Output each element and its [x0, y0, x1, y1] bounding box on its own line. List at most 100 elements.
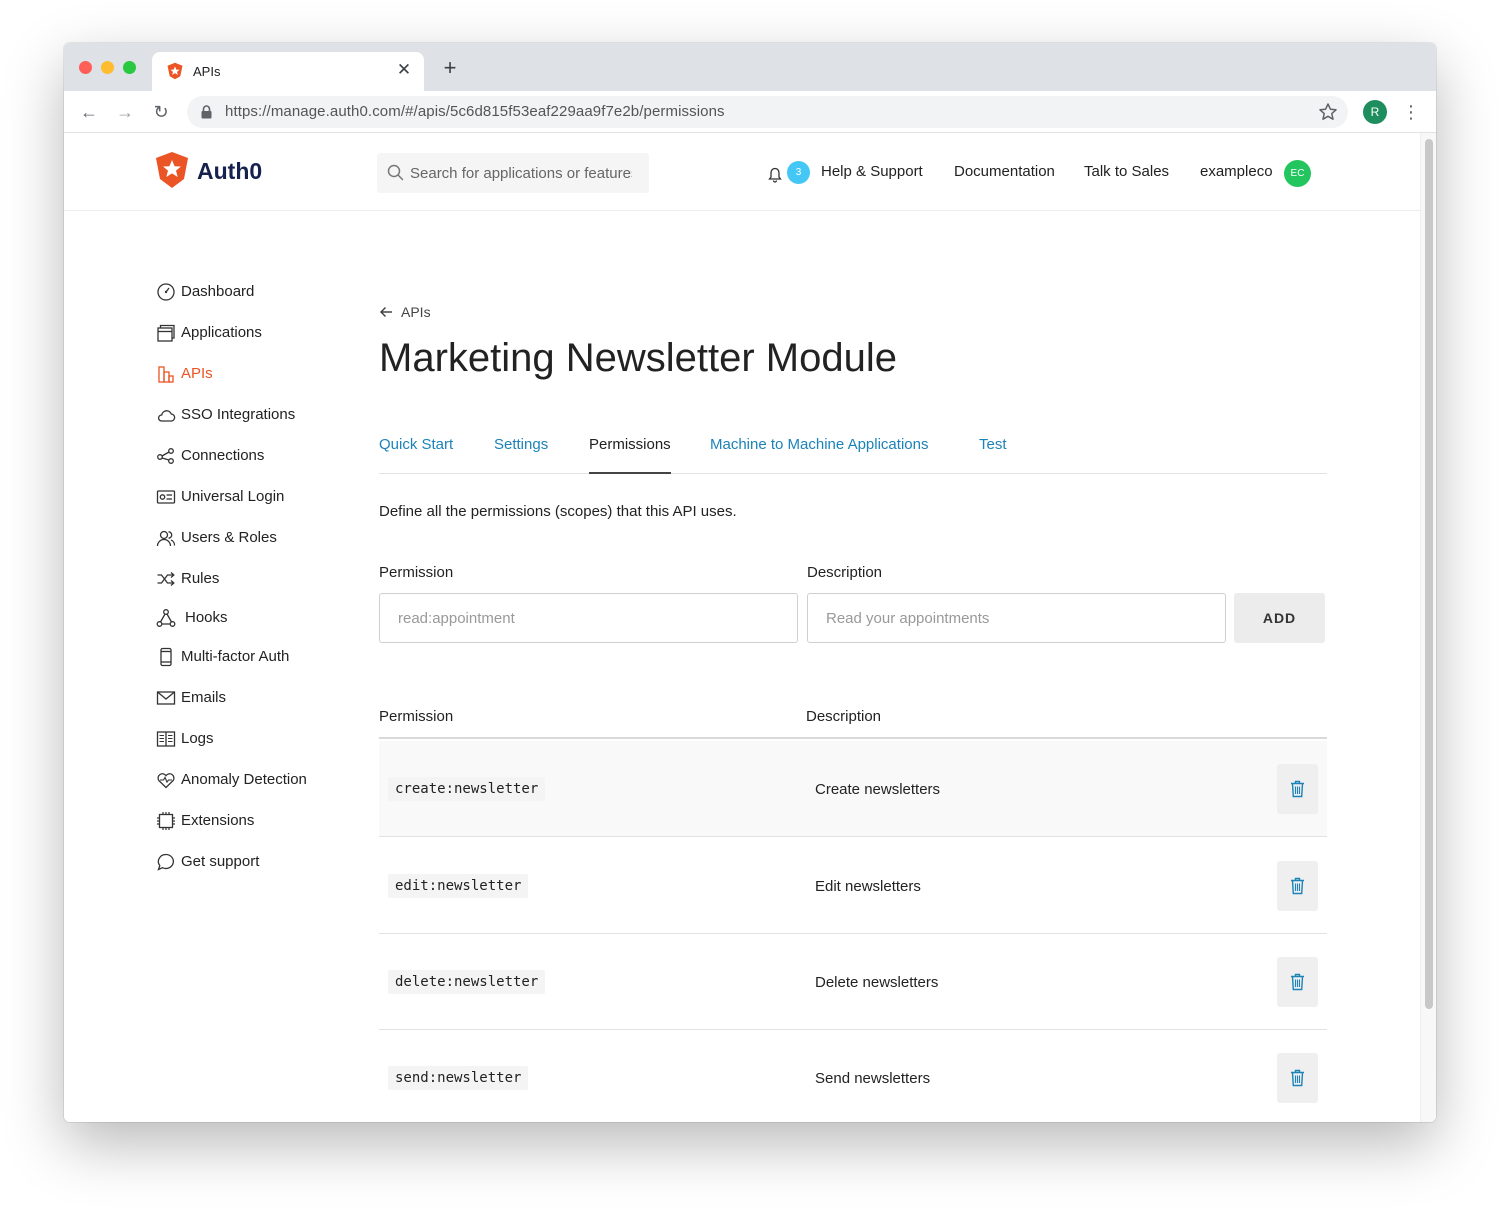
minimize-window-button[interactable]	[101, 61, 114, 74]
url-text: https://manage.auth0.com/#/apis/5c6d815f…	[225, 103, 725, 120]
sidebar-item-apis[interactable]: APIs	[156, 363, 356, 385]
delete-permission-button[interactable]	[1277, 1053, 1318, 1103]
tenant-name[interactable]: exampleco	[1200, 163, 1273, 180]
permission-description: Create newsletters	[815, 781, 941, 798]
sidebar-item-anomaly-detection[interactable]: Anomaly Detection	[156, 769, 356, 791]
sidebar-item-label: Multi-factor Auth	[181, 648, 290, 665]
browser-profile-avatar[interactable]: R	[1363, 100, 1387, 124]
reload-icon[interactable]: ↻	[149, 100, 173, 124]
tab-machine-to-machine-applications[interactable]: Machine to Machine Applications	[710, 436, 928, 474]
add-permission-button[interactable]: ADD	[1234, 593, 1325, 643]
phone-icon	[160, 647, 172, 667]
cloud-icon	[158, 410, 176, 422]
browser-menu-icon[interactable]: ⋮	[1401, 100, 1421, 124]
help-support-link[interactable]: Help & Support	[821, 163, 923, 180]
permissions-intro: Define all the permissions (scopes) that…	[379, 503, 737, 520]
sidebar-item-label: Get support	[181, 853, 260, 870]
sidebar-item-get-support[interactable]: Get support	[156, 851, 356, 873]
sidebar-item-label: Hooks	[185, 609, 228, 626]
sidebar-item-hooks[interactable]: Hooks	[156, 607, 356, 629]
permission-scope: send:newsletter	[388, 1066, 529, 1090]
mail-icon	[156, 691, 176, 705]
sidebar-item-label: Logs	[181, 730, 214, 747]
sidebar-item-label: Dashboard	[181, 283, 255, 300]
sidebar-item-connections[interactable]: Connections	[156, 445, 356, 467]
gauge-icon	[157, 283, 175, 301]
table-row: create:newsletter Create newsletters	[379, 741, 1327, 837]
sidebar-item-label: Connections	[181, 447, 265, 464]
tab-test[interactable]: Test	[979, 436, 1007, 474]
sidebar-item-sso-integrations[interactable]: SSO Integrations	[156, 404, 356, 426]
sidebar-item-dashboard[interactable]: Dashboard	[156, 281, 356, 303]
arrow-left-icon	[379, 306, 392, 318]
permission-field-label: Permission	[379, 564, 454, 581]
tab-quick-start[interactable]: Quick Start	[379, 436, 453, 474]
browser-toolbar: ← → ↻ https://manage.auth0.com/#/apis/5c…	[64, 91, 1436, 133]
delete-permission-button[interactable]	[1277, 861, 1318, 911]
permission-scope: create:newsletter	[388, 777, 546, 801]
close-window-button[interactable]	[79, 61, 92, 74]
sidebar-item-label: Anomaly Detection	[181, 771, 307, 788]
zoom-window-button[interactable]	[123, 61, 136, 74]
auth0-logo-icon[interactable]	[154, 151, 190, 189]
permission-scope: delete:newsletter	[388, 970, 546, 994]
table-row: edit:newsletter Edit newsletters	[379, 838, 1327, 934]
connections-icon	[157, 448, 174, 464]
sidebar-item-logs[interactable]: Logs	[156, 728, 356, 750]
table-row: delete:newsletter Delete newsletters	[379, 934, 1327, 1030]
auth0-favicon-icon	[167, 62, 183, 80]
shuffle-icon	[157, 572, 175, 586]
permission-column-header: Permission	[379, 708, 454, 725]
talk-to-sales-link[interactable]: Talk to Sales	[1084, 163, 1169, 180]
browser-tab[interactable]: APIs ✕	[152, 52, 424, 91]
sidebar-item-universal-login[interactable]: Universal Login	[156, 486, 356, 508]
app-header: Auth0 3 Help & Support Documentation Tal…	[64, 133, 1420, 211]
back-link-label: APIs	[401, 304, 431, 320]
sidebar-item-extensions[interactable]: Extensions	[156, 810, 356, 832]
book-icon	[156, 731, 176, 747]
tab-settings[interactable]: Settings	[494, 436, 548, 474]
api-tabs: Quick Start Settings Permissions Machine…	[379, 433, 1327, 474]
back-icon[interactable]: ←	[77, 100, 101, 124]
delete-permission-button[interactable]	[1277, 957, 1318, 1007]
api-icon	[158, 366, 174, 383]
chat-bubble-icon	[157, 853, 175, 871]
lock-icon	[201, 105, 212, 119]
users-icon	[156, 530, 176, 547]
notification-badge[interactable]: 3	[787, 161, 810, 184]
documentation-link[interactable]: Documentation	[954, 163, 1055, 180]
forward-icon[interactable]: →	[113, 100, 137, 124]
tenant-avatar[interactable]: EC	[1284, 160, 1311, 187]
bell-icon[interactable]	[768, 167, 782, 183]
permission-description: Delete newsletters	[815, 974, 939, 991]
sidebar-item-applications[interactable]: Applications	[156, 322, 356, 344]
page-title: Marketing Newsletter Module	[379, 336, 897, 380]
permission-description: Edit newsletters	[815, 878, 921, 895]
logo-text[interactable]: Auth0	[197, 158, 262, 185]
description-field-label: Description	[807, 564, 883, 581]
bookmark-star-icon[interactable]	[1318, 102, 1338, 122]
new-tab-icon[interactable]: +	[438, 56, 462, 80]
sidebar-item-rules[interactable]: Rules	[156, 568, 356, 590]
sidebar-item-emails[interactable]: Emails	[156, 687, 356, 709]
tab-close-icon[interactable]: ✕	[394, 60, 414, 80]
tab-permissions[interactable]: Permissions	[589, 436, 671, 474]
sidebar-item-label: SSO Integrations	[181, 406, 296, 423]
trash-icon	[1291, 877, 1304, 895]
search-input[interactable]	[410, 161, 632, 185]
title-bar: APIs ✕ +	[64, 43, 1436, 91]
sidebar-item-multi-factor-auth[interactable]: Multi-factor Auth	[156, 646, 356, 668]
delete-permission-button[interactable]	[1277, 764, 1318, 814]
scroll-thumb[interactable]	[1425, 139, 1433, 1009]
sidebar-item-label: Universal Login	[181, 488, 285, 505]
table-row: send:newsletter Send newsletters	[379, 1030, 1327, 1122]
description-input[interactable]	[807, 593, 1226, 643]
trash-icon	[1291, 1069, 1304, 1087]
address-bar[interactable]: https://manage.auth0.com/#/apis/5c6d815f…	[187, 96, 1348, 128]
search-box[interactable]	[377, 153, 649, 193]
applications-icon	[157, 324, 175, 342]
browser-window: APIs ✕ + ← → ↻ https://manage.auth0.com/…	[64, 43, 1436, 1122]
sidebar-item-users-roles[interactable]: Users & Roles	[156, 527, 356, 549]
permission-input[interactable]	[379, 593, 798, 643]
page-scrollbar[interactable]	[1420, 133, 1436, 1122]
